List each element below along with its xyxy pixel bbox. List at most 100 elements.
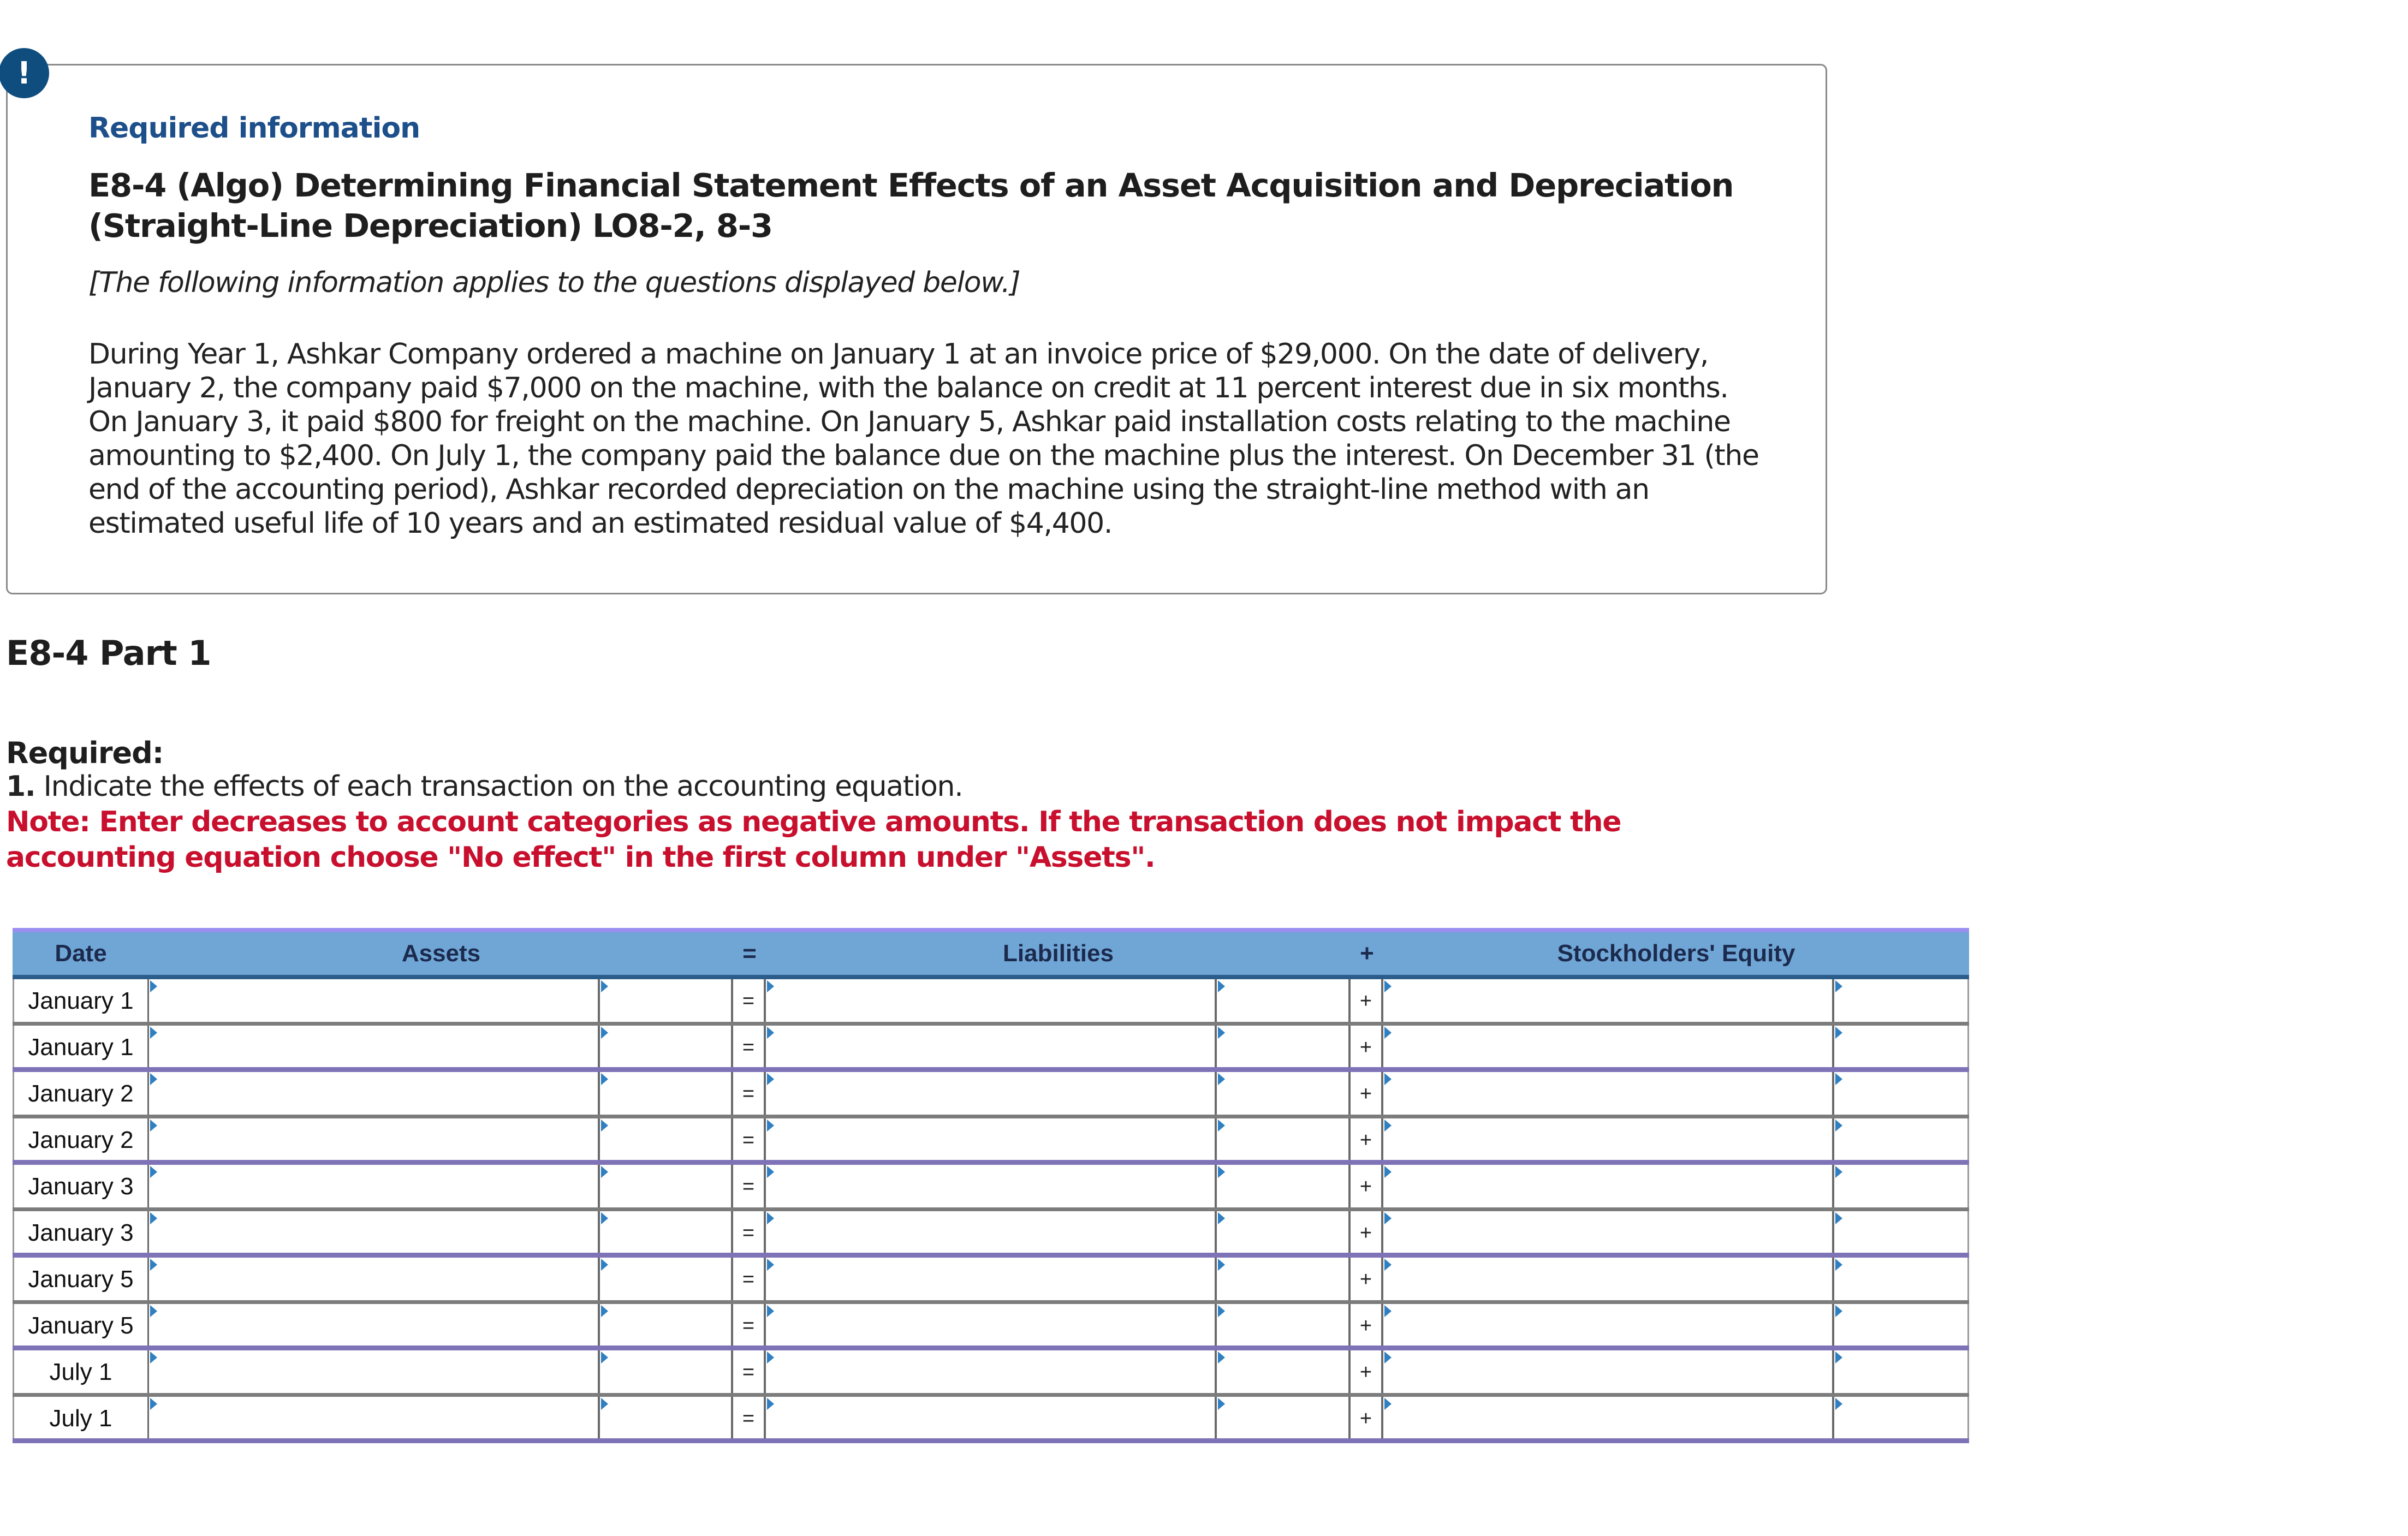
liabilities-amount-input[interactable]	[1217, 1304, 1348, 1346]
assets-account-input[interactable]	[149, 1118, 600, 1160]
equity-amount-field[interactable]	[1834, 1304, 1969, 1346]
equity-amount-input[interactable]	[1834, 1118, 1967, 1160]
assets-amount-field[interactable]	[600, 1397, 733, 1438]
liabilities-amount-field[interactable]	[1217, 1118, 1351, 1160]
assets-account-dropdown[interactable]	[149, 1397, 600, 1438]
equity-amount-field[interactable]	[1834, 1072, 1969, 1115]
assets-account-input[interactable]	[149, 1258, 600, 1300]
liabilities-account-input[interactable]	[766, 1350, 1217, 1393]
liabilities-account-dropdown[interactable]	[766, 1072, 1217, 1115]
assets-account-input[interactable]	[149, 1165, 600, 1207]
liabilities-amount-input[interactable]	[1217, 1397, 1348, 1438]
equity-account-input[interactable]	[1383, 1258, 1834, 1300]
assets-amount-field[interactable]	[600, 1350, 733, 1393]
assets-amount-field[interactable]	[600, 979, 733, 1022]
liabilities-amount-field[interactable]	[1217, 1304, 1351, 1346]
liabilities-account-dropdown[interactable]	[766, 1350, 1217, 1393]
equity-account-dropdown[interactable]	[1383, 1211, 1834, 1253]
liabilities-amount-input[interactable]	[1217, 1118, 1348, 1160]
liabilities-amount-input[interactable]	[1217, 1026, 1348, 1067]
equity-amount-input[interactable]	[1834, 1211, 1967, 1253]
liabilities-amount-field[interactable]	[1217, 1072, 1351, 1115]
liabilities-amount-field[interactable]	[1217, 1350, 1351, 1393]
assets-account-input[interactable]	[149, 1397, 600, 1438]
liabilities-account-input[interactable]	[766, 1118, 1217, 1160]
equity-amount-field[interactable]	[1834, 1118, 1969, 1160]
assets-account-input[interactable]	[149, 1350, 600, 1393]
liabilities-account-input[interactable]	[766, 1397, 1217, 1438]
equity-account-input[interactable]	[1383, 1026, 1834, 1067]
liabilities-account-input[interactable]	[766, 1211, 1217, 1253]
equity-account-input[interactable]	[1383, 1350, 1834, 1393]
liabilities-amount-field[interactable]	[1217, 1165, 1351, 1207]
liabilities-account-input[interactable]	[766, 1026, 1217, 1067]
assets-amount-input[interactable]	[600, 1165, 731, 1207]
equity-account-dropdown[interactable]	[1383, 1072, 1834, 1115]
assets-amount-input[interactable]	[600, 1304, 731, 1346]
assets-amount-input[interactable]	[600, 1211, 731, 1253]
assets-amount-input[interactable]	[600, 1258, 731, 1300]
assets-account-dropdown[interactable]	[149, 979, 600, 1022]
assets-account-dropdown[interactable]	[149, 1165, 600, 1207]
equity-account-input[interactable]	[1383, 1304, 1834, 1346]
assets-account-input[interactable]	[149, 1211, 600, 1253]
liabilities-amount-input[interactable]	[1217, 1072, 1348, 1115]
assets-amount-field[interactable]	[600, 1304, 733, 1346]
equity-account-input[interactable]	[1383, 1072, 1834, 1115]
equity-account-dropdown[interactable]	[1383, 1026, 1834, 1067]
liabilities-account-input[interactable]	[766, 979, 1217, 1022]
liabilities-account-input[interactable]	[766, 1165, 1217, 1207]
equity-account-dropdown[interactable]	[1383, 1350, 1834, 1393]
equity-amount-input[interactable]	[1834, 1165, 1967, 1207]
assets-account-dropdown[interactable]	[149, 1118, 600, 1160]
assets-account-input[interactable]	[149, 1072, 600, 1115]
equity-account-input[interactable]	[1383, 1397, 1834, 1438]
liabilities-account-dropdown[interactable]	[766, 1026, 1217, 1067]
equity-amount-input[interactable]	[1834, 1072, 1967, 1115]
liabilities-account-input[interactable]	[766, 1072, 1217, 1115]
liabilities-amount-field[interactable]	[1217, 979, 1351, 1022]
assets-account-dropdown[interactable]	[149, 1304, 600, 1346]
liabilities-account-dropdown[interactable]	[766, 1165, 1217, 1207]
liabilities-account-dropdown[interactable]	[766, 1118, 1217, 1160]
liabilities-amount-input[interactable]	[1217, 1165, 1348, 1207]
assets-amount-input[interactable]	[600, 1072, 731, 1115]
liabilities-amount-input[interactable]	[1217, 1258, 1348, 1300]
assets-account-input[interactable]	[149, 979, 600, 1022]
liabilities-account-dropdown[interactable]	[766, 1397, 1217, 1438]
liabilities-amount-input[interactable]	[1217, 1211, 1348, 1253]
assets-amount-field[interactable]	[600, 1258, 733, 1300]
assets-account-dropdown[interactable]	[149, 1211, 600, 1253]
assets-account-dropdown[interactable]	[149, 1258, 600, 1300]
equity-amount-input[interactable]	[1834, 1258, 1967, 1300]
liabilities-amount-input[interactable]	[1217, 1350, 1348, 1393]
equity-account-dropdown[interactable]	[1383, 1118, 1834, 1160]
equity-amount-input[interactable]	[1834, 1304, 1967, 1346]
assets-amount-input[interactable]	[600, 979, 731, 1022]
equity-account-dropdown[interactable]	[1383, 1397, 1834, 1438]
liabilities-account-dropdown[interactable]	[766, 1211, 1217, 1253]
equity-account-input[interactable]	[1383, 1118, 1834, 1160]
assets-amount-field[interactable]	[600, 1211, 733, 1253]
equity-amount-field[interactable]	[1834, 1258, 1969, 1300]
liabilities-amount-field[interactable]	[1217, 1397, 1351, 1438]
equity-account-dropdown[interactable]	[1383, 979, 1834, 1022]
liabilities-account-dropdown[interactable]	[766, 979, 1217, 1022]
assets-amount-input[interactable]	[600, 1118, 731, 1160]
equity-account-input[interactable]	[1383, 1165, 1834, 1207]
assets-amount-field[interactable]	[600, 1026, 733, 1067]
liabilities-amount-field[interactable]	[1217, 1026, 1351, 1067]
equity-account-dropdown[interactable]	[1383, 1165, 1834, 1207]
liabilities-amount-field[interactable]	[1217, 1211, 1351, 1253]
assets-amount-input[interactable]	[600, 1350, 731, 1393]
equity-amount-input[interactable]	[1834, 1350, 1967, 1393]
assets-amount-field[interactable]	[600, 1165, 733, 1207]
assets-account-dropdown[interactable]	[149, 1026, 600, 1067]
equity-account-dropdown[interactable]	[1383, 1304, 1834, 1346]
assets-amount-input[interactable]	[600, 1397, 731, 1438]
equity-amount-input[interactable]	[1834, 1397, 1967, 1438]
assets-account-input[interactable]	[149, 1026, 600, 1067]
equity-amount-field[interactable]	[1834, 979, 1969, 1022]
liabilities-account-input[interactable]	[766, 1304, 1217, 1346]
equity-amount-field[interactable]	[1834, 1165, 1969, 1207]
